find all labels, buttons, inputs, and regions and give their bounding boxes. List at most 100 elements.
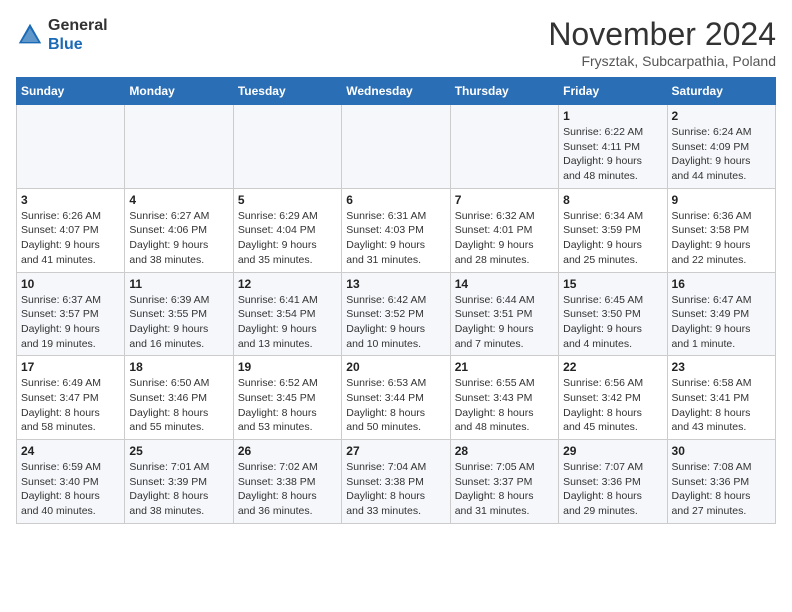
day-info: Sunrise: 7:02 AM Sunset: 3:38 PM Dayligh… [238, 460, 337, 519]
calendar-cell: 5 Sunrise: 6:29 AM Sunset: 4:04 PM Daylig… [233, 188, 341, 272]
day-number: 21 [455, 360, 554, 374]
page-header: General Blue November 2024 Frysztak, Sub… [16, 16, 776, 69]
calendar-cell: 20Sunrise: 6:53 AM Sunset: 3:44 PM Dayli… [342, 356, 450, 440]
day-number: 3 [21, 193, 120, 207]
calendar-cell: 17Sunrise: 6:49 AM Sunset: 3:47 PM Dayli… [17, 356, 125, 440]
calendar-cell [233, 105, 341, 189]
calendar-cell: 19 Sunrise: 6:52 AM Sunset: 3:45 PM Dayli… [233, 356, 341, 440]
day-info: Sunrise: 6:49 AM Sunset: 3:47 PM Dayligh… [21, 376, 120, 435]
day-info: Sunrise: 6:32 AM Sunset: 4:01 PM Dayligh… [455, 209, 554, 268]
day-info: Sunrise: 6:45 AM Sunset: 3:50 PM Dayligh… [563, 293, 662, 352]
calendar-cell: 14Sunrise: 6:44 AM Sunset: 3:51 PM Dayli… [450, 272, 558, 356]
day-info: Sunrise: 6:26 AM Sunset: 4:07 PM Dayligh… [21, 209, 120, 268]
day-info: Sunrise: 6:42 AM Sunset: 3:52 PM Dayligh… [346, 293, 445, 352]
day-info: Sunrise: 6:56 AM Sunset: 3:42 PM Dayligh… [563, 376, 662, 435]
calendar-cell: 28 Sunrise: 7:05 AM Sunset: 3:37 PM Dayli… [450, 440, 558, 524]
calendar-cell: 21 Sunrise: 6:55 AM Sunset: 3:43 PM Dayli… [450, 356, 558, 440]
calendar-cell [17, 105, 125, 189]
calendar-cell: 11Sunrise: 6:39 AM Sunset: 3:55 PM Dayli… [125, 272, 233, 356]
weekday-header: Monday [125, 78, 233, 105]
calendar-cell: 15 Sunrise: 6:45 AM Sunset: 3:50 PM Dayli… [559, 272, 667, 356]
day-info: Sunrise: 6:47 AM Sunset: 3:49 PM Dayligh… [672, 293, 771, 352]
logo: General Blue [16, 16, 108, 54]
day-info: Sunrise: 6:58 AM Sunset: 3:41 PM Dayligh… [672, 376, 771, 435]
calendar-cell: 30 Sunrise: 7:08 AM Sunset: 3:36 PM Dayli… [667, 440, 775, 524]
day-number: 26 [238, 444, 337, 458]
day-number: 19 [238, 360, 337, 374]
day-number: 2 [672, 109, 771, 123]
calendar-cell: 3 Sunrise: 6:26 AM Sunset: 4:07 PM Daylig… [17, 188, 125, 272]
calendar-cell [125, 105, 233, 189]
calendar-cell: 24Sunrise: 6:59 AM Sunset: 3:40 PM Dayli… [17, 440, 125, 524]
calendar-week-row: 3 Sunrise: 6:26 AM Sunset: 4:07 PM Daylig… [17, 188, 776, 272]
day-number: 13 [346, 277, 445, 291]
calendar-week-row: 10 Sunrise: 6:37 AM Sunset: 3:57 PM Dayli… [17, 272, 776, 356]
day-number: 27 [346, 444, 445, 458]
day-info: Sunrise: 6:29 AM Sunset: 4:04 PM Dayligh… [238, 209, 337, 268]
calendar-table: SundayMondayTuesdayWednesdayThursdayFrid… [16, 77, 776, 524]
day-number: 8 [563, 193, 662, 207]
day-number: 22 [563, 360, 662, 374]
day-info: Sunrise: 6:44 AM Sunset: 3:51 PM Dayligh… [455, 293, 554, 352]
day-info: Sunrise: 6:24 AM Sunset: 4:09 PM Dayligh… [672, 125, 771, 184]
day-info: Sunrise: 6:41 AM Sunset: 3:54 PM Dayligh… [238, 293, 337, 352]
calendar-cell: 7 Sunrise: 6:32 AM Sunset: 4:01 PM Daylig… [450, 188, 558, 272]
calendar-cell: 16 Sunrise: 6:47 AM Sunset: 3:49 PM Dayli… [667, 272, 775, 356]
calendar-cell: 26 Sunrise: 7:02 AM Sunset: 3:38 PM Dayli… [233, 440, 341, 524]
day-info: Sunrise: 6:27 AM Sunset: 4:06 PM Dayligh… [129, 209, 228, 268]
day-number: 20 [346, 360, 445, 374]
day-number: 10 [21, 277, 120, 291]
day-info: Sunrise: 7:08 AM Sunset: 3:36 PM Dayligh… [672, 460, 771, 519]
day-info: Sunrise: 6:22 AM Sunset: 4:11 PM Dayligh… [563, 125, 662, 184]
day-info: Sunrise: 6:31 AM Sunset: 4:03 PM Dayligh… [346, 209, 445, 268]
calendar-cell: 12 Sunrise: 6:41 AM Sunset: 3:54 PM Dayli… [233, 272, 341, 356]
day-info: Sunrise: 6:55 AM Sunset: 3:43 PM Dayligh… [455, 376, 554, 435]
calendar-cell: 18 Sunrise: 6:50 AM Sunset: 3:46 PM Dayli… [125, 356, 233, 440]
day-info: Sunrise: 7:07 AM Sunset: 3:36 PM Dayligh… [563, 460, 662, 519]
calendar-cell: 8 Sunrise: 6:34 AM Sunset: 3:59 PM Daylig… [559, 188, 667, 272]
calendar-cell: 13 Sunrise: 6:42 AM Sunset: 3:52 PM Dayli… [342, 272, 450, 356]
day-number: 28 [455, 444, 554, 458]
calendar-cell [342, 105, 450, 189]
weekday-header: Tuesday [233, 78, 341, 105]
calendar-week-row: 24Sunrise: 6:59 AM Sunset: 3:40 PM Dayli… [17, 440, 776, 524]
calendar-cell: 4 Sunrise: 6:27 AM Sunset: 4:06 PM Daylig… [125, 188, 233, 272]
day-info: Sunrise: 6:59 AM Sunset: 3:40 PM Dayligh… [21, 460, 120, 519]
calendar-cell: 23 Sunrise: 6:58 AM Sunset: 3:41 PM Dayli… [667, 356, 775, 440]
calendar-cell: 9Sunrise: 6:36 AM Sunset: 3:58 PM Daylig… [667, 188, 775, 272]
day-number: 25 [129, 444, 228, 458]
day-number: 6 [346, 193, 445, 207]
calendar-cell: 22 Sunrise: 6:56 AM Sunset: 3:42 PM Dayli… [559, 356, 667, 440]
day-number: 4 [129, 193, 228, 207]
calendar-week-row: 1 Sunrise: 6:22 AM Sunset: 4:11 PM Daylig… [17, 105, 776, 189]
day-info: Sunrise: 6:37 AM Sunset: 3:57 PM Dayligh… [21, 293, 120, 352]
calendar-cell: 27 Sunrise: 7:04 AM Sunset: 3:38 PM Dayli… [342, 440, 450, 524]
day-info: Sunrise: 6:52 AM Sunset: 3:45 PM Dayligh… [238, 376, 337, 435]
calendar-cell: 10 Sunrise: 6:37 AM Sunset: 3:57 PM Dayli… [17, 272, 125, 356]
day-number: 12 [238, 277, 337, 291]
day-number: 30 [672, 444, 771, 458]
day-number: 9 [672, 193, 771, 207]
day-info: Sunrise: 6:34 AM Sunset: 3:59 PM Dayligh… [563, 209, 662, 268]
day-number: 7 [455, 193, 554, 207]
weekday-header: Wednesday [342, 78, 450, 105]
day-info: Sunrise: 7:04 AM Sunset: 3:38 PM Dayligh… [346, 460, 445, 519]
day-info: Sunrise: 6:50 AM Sunset: 3:46 PM Dayligh… [129, 376, 228, 435]
logo-general: General [48, 17, 108, 34]
day-number: 18 [129, 360, 228, 374]
day-info: Sunrise: 7:05 AM Sunset: 3:37 PM Dayligh… [455, 460, 554, 519]
day-number: 23 [672, 360, 771, 374]
calendar-cell: 29Sunrise: 7:07 AM Sunset: 3:36 PM Dayli… [559, 440, 667, 524]
day-info: Sunrise: 6:39 AM Sunset: 3:55 PM Dayligh… [129, 293, 228, 352]
day-number: 16 [672, 277, 771, 291]
calendar-cell: 1 Sunrise: 6:22 AM Sunset: 4:11 PM Daylig… [559, 105, 667, 189]
location-subtitle: Frysztak, Subcarpathia, Poland [548, 53, 776, 69]
calendar-cell: 2 Sunrise: 6:24 AM Sunset: 4:09 PM Daylig… [667, 105, 775, 189]
weekday-header: Sunday [17, 78, 125, 105]
weekday-header: Friday [559, 78, 667, 105]
day-number: 5 [238, 193, 337, 207]
calendar-cell: 6 Sunrise: 6:31 AM Sunset: 4:03 PM Daylig… [342, 188, 450, 272]
calendar-cell [450, 105, 558, 189]
day-number: 1 [563, 109, 662, 123]
day-number: 15 [563, 277, 662, 291]
